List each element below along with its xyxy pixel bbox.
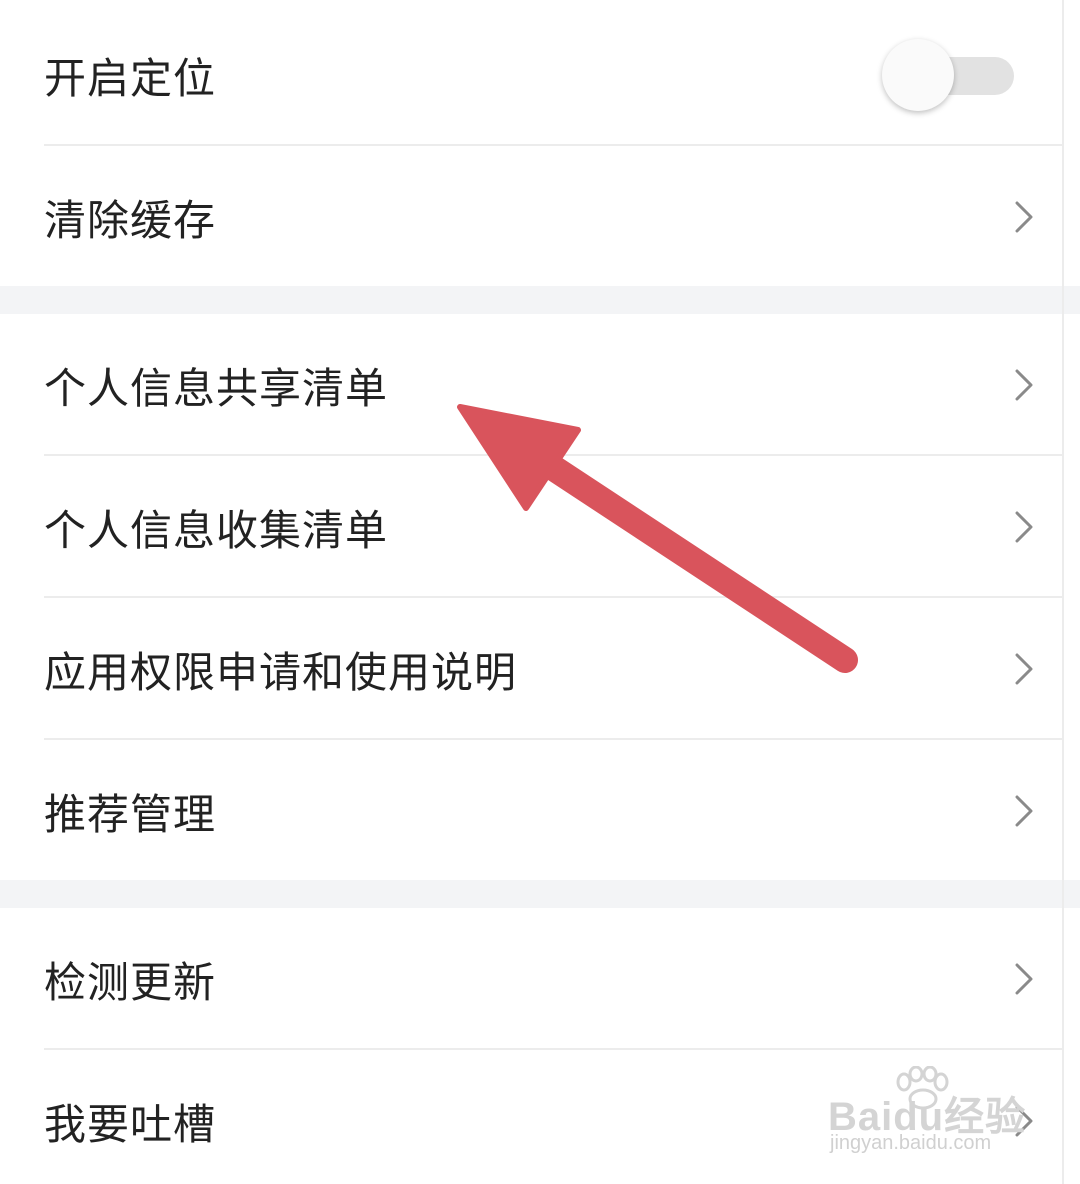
screen-edge [1062,0,1064,1184]
settings-group-privacy: 个人信息共享清单 个人信息收集清单 应用权限申请和使用说明 推荐管理 [0,314,1080,880]
chevron-right-icon [1015,963,1033,995]
watermark-url: jingyan.baidu.com [830,1132,992,1154]
setting-row-info-collection-list[interactable]: 个人信息收集清单 [0,456,1080,598]
chevron-right-icon [1015,369,1033,401]
setting-row-recommendation[interactable]: 推荐管理 [0,740,1080,882]
setting-row-location[interactable]: 开启定位 [0,4,1080,146]
settings-screen: 开启定位 清除缓存 个人信息共享清单 个人信息收集清单 应用权限申请和使用说明 [0,0,1080,1184]
baidu-watermark: Baidu经验 jingyan.baidu.com [828,1066,1028,1162]
location-toggle[interactable] [882,37,1016,113]
setting-row-permissions[interactable]: 应用权限申请和使用说明 [0,598,1080,740]
setting-row-clear-cache[interactable]: 清除缓存 [0,146,1080,288]
setting-label-recommendation: 推荐管理 [44,789,217,839]
setting-row-info-sharing-list[interactable]: 个人信息共享清单 [0,314,1080,456]
setting-label-info-sharing-list: 个人信息共享清单 [44,363,389,413]
chevron-right-icon [1015,795,1033,827]
chevron-right-icon [1015,653,1033,685]
settings-group-general: 开启定位 清除缓存 [0,0,1080,286]
setting-label-info-collection-list: 个人信息收集清单 [44,505,389,555]
setting-row-check-update[interactable]: 检测更新 [0,908,1080,1050]
chevron-right-icon [1015,511,1033,543]
setting-label-permissions: 应用权限申请和使用说明 [44,647,518,697]
setting-label-clear-cache: 清除缓存 [44,195,217,245]
toggle-knob [882,39,954,111]
setting-label-check-update: 检测更新 [44,957,217,1007]
section-gap [0,286,1080,314]
section-gap [0,880,1080,908]
chevron-right-icon [1015,201,1033,233]
